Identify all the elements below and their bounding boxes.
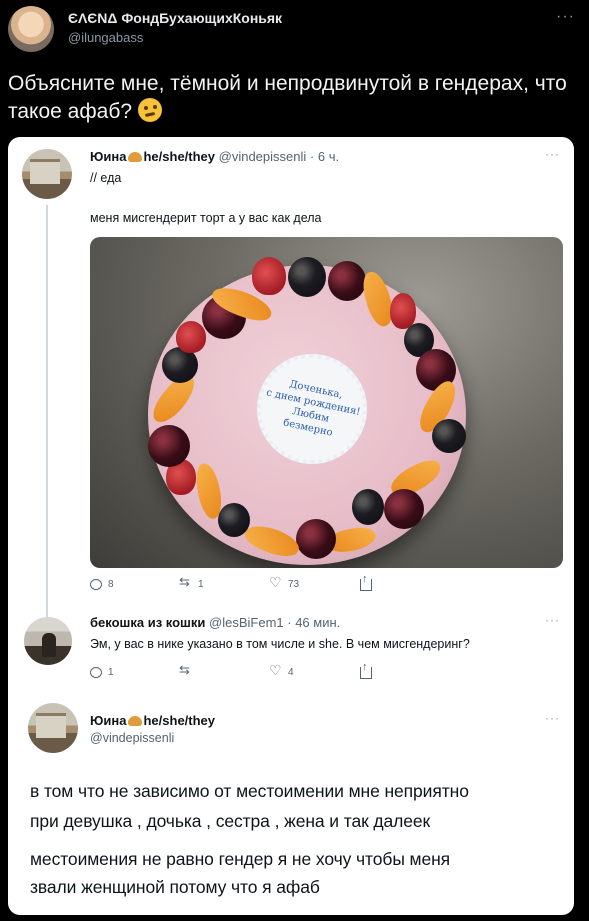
author-handle[interactable]: @ilungabass bbox=[68, 30, 143, 45]
author-name[interactable]: ЄΛЄΝΔ ФондБухающихКоньяк bbox=[68, 10, 282, 26]
more-options-icon[interactable]: ··· bbox=[556, 8, 575, 26]
thread-line bbox=[46, 205, 48, 630]
author-handle[interactable]: @vindepissenli bbox=[219, 149, 307, 164]
like-button[interactable]: 4 bbox=[269, 662, 294, 679]
tweet-time[interactable]: · 46 мин. bbox=[287, 615, 340, 630]
reply-count: 8 bbox=[108, 579, 114, 590]
retweet-icon bbox=[179, 662, 192, 678]
more-options-icon[interactable]: ··· bbox=[545, 711, 560, 725]
tweet-text-line: при девушка , дочька , сестра , жена и т… bbox=[30, 811, 431, 831]
tweet-text: Эм, у вас в нике указано в том числе и s… bbox=[90, 637, 470, 651]
avatar[interactable] bbox=[8, 6, 54, 52]
retweet-button[interactable]: 1 bbox=[179, 574, 204, 590]
tweet2-header: бекошка из кошки @lesBiFem1 · 46 мин. bbox=[90, 615, 340, 630]
strawberry bbox=[252, 257, 286, 295]
reply-count: 1 bbox=[108, 667, 114, 678]
tweet-text-line: в том что не зависимо от местоимении мне… bbox=[30, 781, 469, 801]
strawberry bbox=[176, 321, 206, 353]
cherry bbox=[328, 261, 366, 301]
author-name[interactable]: бекошка из кошки bbox=[90, 615, 205, 630]
like-button[interactable]: 73 bbox=[269, 574, 300, 591]
share-button[interactable] bbox=[360, 661, 372, 679]
pronouns: he/she/they bbox=[143, 149, 216, 164]
reply-button[interactable]: 8 bbox=[90, 579, 114, 590]
author-name[interactable]: Юина bbox=[90, 713, 126, 728]
cherry bbox=[384, 489, 424, 529]
retweet-count: 1 bbox=[198, 579, 204, 590]
heart-icon bbox=[269, 574, 282, 591]
blackberry bbox=[288, 257, 326, 297]
blackberry bbox=[218, 503, 250, 537]
avatar[interactable] bbox=[24, 617, 72, 665]
share-button[interactable] bbox=[360, 573, 372, 591]
plaque-text: Доченька, с днем рождения! Любим безмерн… bbox=[265, 378, 362, 439]
reply-icon bbox=[90, 667, 102, 678]
author-handle[interactable]: @lesBiFem1 bbox=[209, 615, 284, 630]
cherry bbox=[296, 519, 336, 559]
reply-button[interactable]: 1 bbox=[90, 667, 114, 678]
croissant-icon bbox=[128, 716, 143, 726]
like-count: 73 bbox=[288, 579, 300, 590]
cake-plaque: Доченька, с днем рождения! Любим безмерн… bbox=[257, 354, 367, 464]
reply-icon bbox=[90, 579, 102, 590]
avatar[interactable] bbox=[28, 703, 78, 753]
tweet1-actions: 8 1 73 bbox=[90, 573, 420, 597]
pronouns: he/she/they bbox=[143, 713, 216, 728]
retweet-icon bbox=[179, 574, 192, 590]
outer-tweet-header: ЄΛЄΝΔ ФондБухающихКоньяк @ilungabass ··· bbox=[0, 0, 589, 60]
heart-icon bbox=[269, 662, 282, 679]
tweet1-header: Юина he/she/they @vindepissenli · 6 ч. bbox=[90, 149, 339, 164]
croissant-icon bbox=[128, 152, 143, 162]
share-icon bbox=[360, 573, 372, 591]
thinking-face-emoji bbox=[137, 98, 162, 122]
tweet3-header: Юина he/she/they bbox=[90, 713, 215, 728]
author-name[interactable]: Юина bbox=[90, 149, 126, 164]
tweet-text: Объясните мне, тёмной и непродвинутой в … bbox=[8, 70, 578, 126]
like-count: 4 bbox=[288, 667, 294, 678]
tweet-time[interactable]: · 6 ч. bbox=[310, 149, 339, 164]
more-options-icon[interactable]: ··· bbox=[545, 613, 560, 627]
retweet-button[interactable] bbox=[179, 662, 198, 678]
more-options-icon[interactable]: ··· bbox=[545, 147, 560, 161]
cherry bbox=[148, 425, 190, 467]
tweet-text: меня мисгендерит торт а у вас как дела bbox=[90, 211, 322, 225]
blackberry bbox=[432, 419, 466, 453]
author-handle[interactable]: @vindepissenli bbox=[90, 731, 174, 745]
share-icon bbox=[360, 661, 372, 679]
tweet-text-body: Объясните мне, тёмной и непродвинутой в … bbox=[8, 72, 567, 123]
tweet-text-line: звали женщиной потому что я афаб bbox=[30, 877, 320, 897]
tweet-tag: // еда bbox=[90, 171, 122, 185]
avatar[interactable] bbox=[22, 149, 72, 199]
cake-photo[interactable]: Доченька, с днем рождения! Любим безмерн… bbox=[90, 237, 563, 568]
tweet-text-line: местоимения не равно гендер я не хочу чт… bbox=[30, 849, 451, 869]
tweet2-actions: 1 4 bbox=[90, 661, 420, 685]
blackberry bbox=[352, 489, 384, 525]
embedded-screenshot[interactable]: Юина he/she/they @vindepissenli · 6 ч. ··… bbox=[8, 137, 574, 915]
